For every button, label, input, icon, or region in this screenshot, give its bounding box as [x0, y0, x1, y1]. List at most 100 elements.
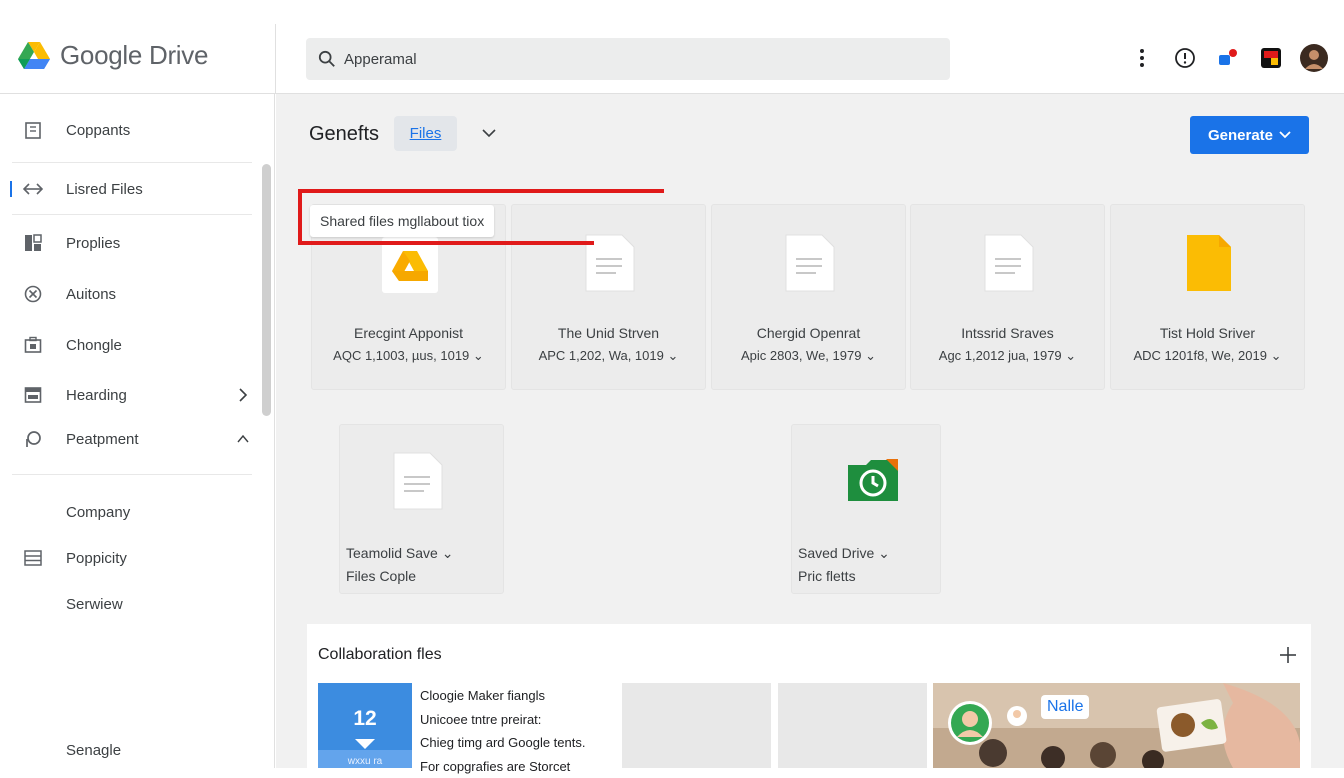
sidebar-item-company[interactable]: Company	[0, 494, 260, 530]
sidebar-item-serwiew[interactable]: Serwiew	[0, 586, 260, 622]
user-badge: Nalle	[1041, 695, 1089, 719]
calendar-day: 12	[318, 707, 412, 731]
tooltip: Shared files mgllabout tiox	[310, 205, 494, 237]
top-actions	[1113, 44, 1328, 72]
collaboration-panel: Collaboration fles 12 wxxu ra Cloogie Ma…	[307, 624, 1311, 768]
sidebar-item-label: Senagle	[66, 742, 121, 759]
document-icon	[981, 233, 1037, 293]
file-name: Chergid Openrat	[712, 325, 905, 341]
chevron-down-icon: ⌄	[667, 348, 678, 363]
plus-icon[interactable]	[1279, 646, 1297, 664]
preview-tile[interactable]	[778, 683, 927, 768]
preview-tile[interactable]	[622, 683, 771, 768]
search-icon	[318, 50, 336, 68]
divider	[12, 474, 252, 475]
sidebar: Coppants Lisred Files Proplies Auitons C…	[0, 94, 275, 768]
file-name: Intssrid Sraves	[911, 325, 1104, 341]
pin-icon	[22, 428, 44, 450]
tab-files[interactable]: Files	[394, 116, 457, 151]
chevron-down-icon[interactable]	[481, 125, 497, 141]
more-vert-icon[interactable]	[1128, 44, 1156, 72]
sidebar-item-hearding[interactable]: Hearding	[0, 377, 260, 413]
generate-button[interactable]: Generate	[1190, 116, 1309, 154]
sidebar-item-chongle[interactable]: Chongle	[0, 327, 260, 363]
app-title: Google Drive	[60, 40, 208, 71]
sidebar-item-label: Hearding	[66, 387, 127, 404]
file-name: Tist Hold Sriver	[1111, 325, 1304, 341]
file-card[interactable]: Chergid Openrat Apic 2803, We, 1979 ⌄	[711, 204, 906, 390]
sidebar-item-auitons[interactable]: Auitons	[0, 276, 260, 312]
divider	[275, 24, 276, 94]
tab-files-label: Files	[410, 125, 442, 142]
sidebar-item-label: Auitons	[66, 286, 116, 303]
building-icon	[22, 119, 44, 141]
sidebar-item-proplies[interactable]: Proplies	[0, 225, 260, 261]
text-line: Chieg timg ard Google tents.	[420, 731, 585, 755]
sidebar-item-coppants[interactable]: Coppants	[0, 112, 260, 148]
file-meta: Pric fletts	[798, 568, 856, 584]
file-meta: ADC 1201f8, We, 2019 ⌄	[1111, 348, 1304, 364]
sidebar-item-label: Proplies	[66, 235, 120, 252]
chevron-up-icon[interactable]	[236, 432, 250, 446]
drive-logo[interactable]: Google Drive	[18, 40, 208, 71]
meeting-photo	[933, 683, 1300, 768]
calendar-tile[interactable]: 12 wxxu ra	[318, 683, 412, 768]
sidebar-item-poppicity[interactable]: Poppicity	[0, 540, 260, 576]
page-title: Genefts	[309, 123, 379, 146]
alert-icon[interactable]	[1171, 44, 1199, 72]
sidebar-item-label: Chongle	[66, 337, 122, 354]
sidebar-item-lisred-files[interactable]: Lisred Files	[0, 171, 260, 207]
arrows-icon	[22, 178, 44, 200]
text-line: For copgrafies are Storcet	[420, 755, 585, 778]
file-meta: APC 1,202, Wa, 1019 ⌄	[512, 348, 705, 364]
file-name: Saved Drive ⌄	[798, 545, 890, 562]
share-icon[interactable]	[1214, 44, 1242, 72]
divider	[12, 214, 252, 215]
main-content: Genefts Files Generate Erecgint Apponist…	[276, 94, 1344, 768]
apps-icon[interactable]	[1257, 44, 1285, 72]
file-name: Teamolid Save ⌄	[346, 545, 453, 562]
file-card[interactable]: Saved Drive ⌄ Pric fletts	[791, 424, 941, 594]
briefcase-icon	[22, 334, 44, 356]
sidebar-item-label: Serwiew	[66, 596, 123, 613]
file-meta: Agc 1,2012 jua, 1979 ⌄	[911, 348, 1104, 364]
generate-label: Generate	[1208, 127, 1273, 144]
chevron-down-icon: ⌄	[878, 545, 890, 561]
text-line: Unicoee tntre preirat:	[420, 708, 585, 732]
file-meta: Files Cople	[346, 568, 416, 584]
sidebar-item-label: Coppants	[66, 122, 130, 139]
sidebar-item-label: Lisred Files	[66, 181, 143, 198]
chevron-down-icon: ⌄	[1271, 348, 1282, 363]
top-bar: Google Drive	[0, 0, 1344, 94]
sidebar-item-label: Poppicity	[66, 550, 127, 567]
document-icon	[390, 451, 446, 511]
photo-tile[interactable]: Nalle	[933, 683, 1300, 768]
document-icon	[782, 233, 838, 293]
pointer-icon	[355, 739, 375, 749]
chevron-down-icon: ⌄	[473, 348, 484, 363]
chevron-down-icon: ⌄	[1065, 348, 1076, 363]
inbox-icon	[22, 384, 44, 406]
avatar[interactable]	[1300, 44, 1328, 72]
divider	[12, 162, 252, 163]
yellow-file-icon	[1181, 233, 1237, 293]
text-line: Cloogie Maker fiangls	[420, 684, 585, 708]
file-name: The Unid Strven	[512, 325, 705, 341]
file-card[interactable]: Tist Hold Sriver ADC 1201f8, We, 2019 ⌄	[1110, 204, 1305, 390]
grid-icon	[22, 232, 44, 254]
chevron-right-icon[interactable]	[236, 388, 250, 402]
sidebar-scrollbar[interactable]	[262, 164, 271, 416]
sidebar-item-label: Company	[66, 504, 130, 521]
sidebar-item-peatpment[interactable]: Peatpment	[0, 421, 260, 457]
green-clock-folder-icon	[846, 457, 900, 503]
circle-x-icon	[22, 283, 44, 305]
search-bar[interactable]	[306, 38, 950, 80]
file-card[interactable]: Intssrid Sraves Agc 1,2012 jua, 1979 ⌄	[910, 204, 1105, 390]
chevron-down-icon: ⌄	[442, 545, 454, 561]
file-card[interactable]: Teamolid Save ⌄ Files Cople	[339, 424, 504, 594]
sidebar-item-senagle[interactable]: Senagle	[0, 732, 260, 768]
search-input[interactable]	[344, 51, 904, 68]
drive-logo-icon	[18, 41, 50, 71]
file-name: Erecgint Apponist	[312, 325, 505, 341]
section-title: Collaboration fles	[318, 646, 442, 664]
